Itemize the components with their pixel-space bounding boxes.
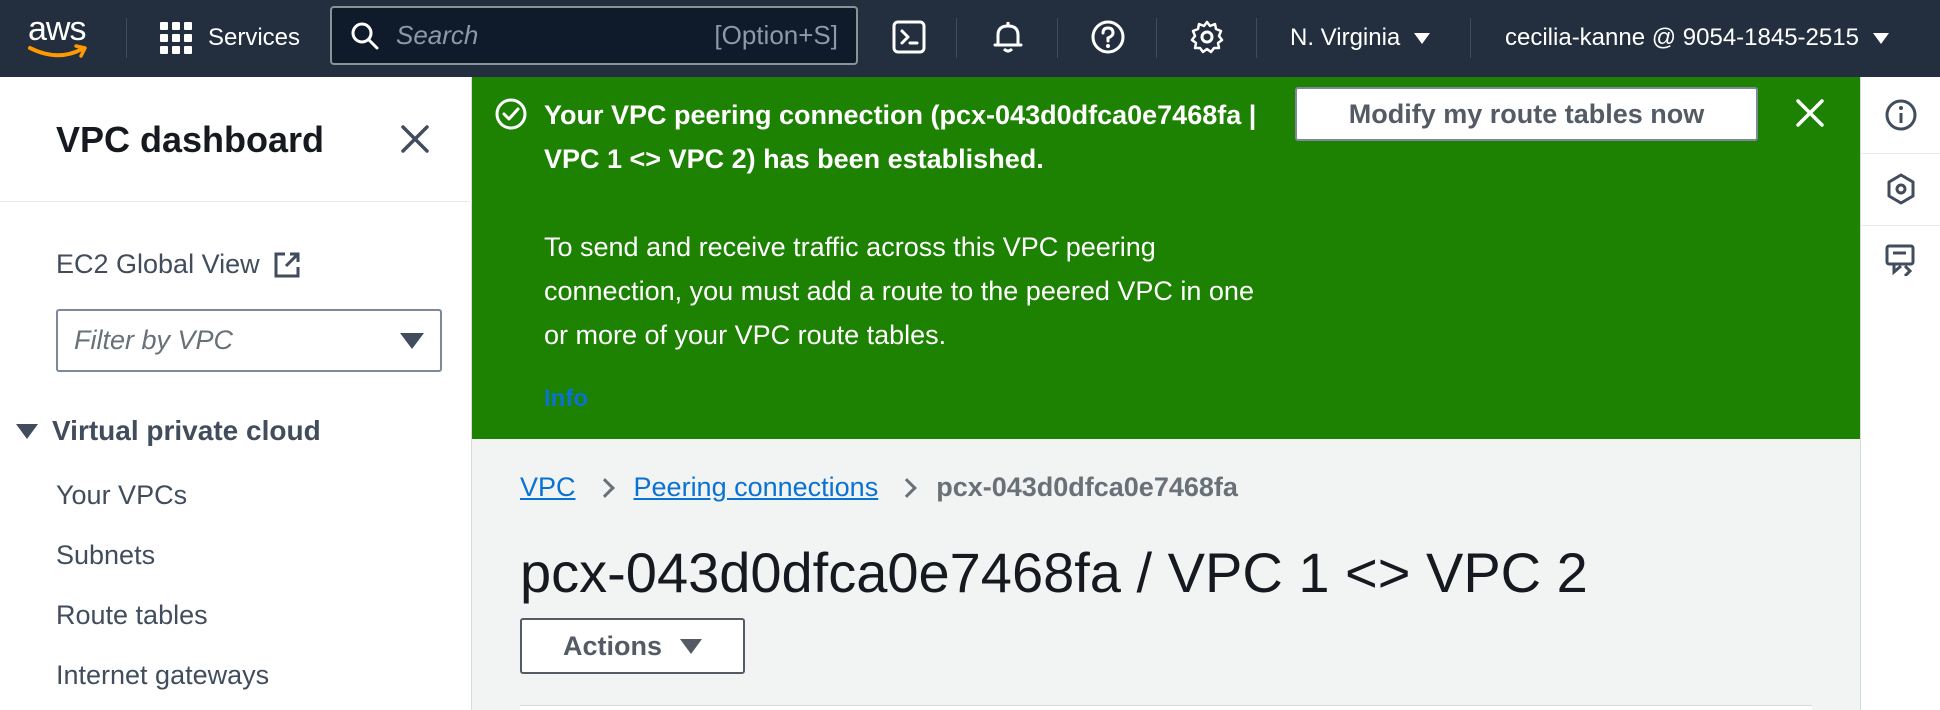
breadcrumb-peering-connections[interactable]: Peering connections [634, 472, 879, 503]
divider [1256, 18, 1257, 58]
sidebar-item-internet-gateways[interactable]: Internet gateways [56, 660, 269, 691]
help-button[interactable] [1085, 14, 1131, 60]
feedback-icon [1885, 244, 1915, 276]
filter-by-vpc-select[interactable]: Filter by VPC [56, 309, 442, 372]
caret-down-icon [1872, 32, 1889, 44]
modify-route-tables-button[interactable]: Modify my route tables now [1295, 87, 1758, 141]
services-label: Services [208, 24, 301, 51]
actions-button[interactable]: Actions [520, 618, 745, 674]
aws-smile-icon [28, 44, 87, 58]
caret-down-icon [16, 423, 38, 439]
actions-label: Actions [562, 630, 662, 661]
ec2-global-view-link[interactable]: EC2 Global View [56, 249, 302, 280]
sidebar-item-your-vpcs[interactable]: Your VPCs [56, 480, 187, 511]
hexagon-icon [1887, 173, 1915, 205]
gear-icon [1190, 20, 1224, 54]
region-selector[interactable]: N. Virginia [1290, 18, 1431, 58]
chevron-right-icon [594, 477, 615, 498]
aws-logo[interactable]: aws [28, 12, 94, 62]
cloudshell-button[interactable] [886, 14, 932, 60]
chevron-right-icon [897, 477, 918, 498]
divider [956, 18, 957, 58]
bell-icon [993, 22, 1023, 53]
notifications-button[interactable] [985, 14, 1031, 60]
search-input[interactable]: Search [Option+S] [330, 6, 858, 65]
details-panel [520, 705, 1812, 710]
caret-down-icon [400, 332, 424, 349]
flash-body: To send and receive traffic across this … [544, 232, 1254, 350]
success-check-icon [495, 98, 527, 130]
grid-icon [160, 22, 192, 54]
right-tools-rail [1860, 77, 1940, 710]
ec2-global-view-label: EC2 Global View [56, 249, 260, 279]
info-link[interactable]: Info [544, 385, 588, 413]
feedback-panel-button[interactable] [1881, 239, 1921, 279]
sidebar-item-subnets[interactable]: Subnets [56, 540, 155, 571]
region-label: N. Virginia [1290, 24, 1401, 51]
close-icon [401, 125, 429, 153]
page-title: pcx-043d0dfca0e7468fa / VPC 1 <> VPC 2 [520, 541, 1588, 604]
flash-heading: Your VPC peering connection (pcx-043d0df… [544, 100, 1257, 174]
section-label: Virtual private cloud [52, 415, 321, 446]
search-icon [351, 22, 379, 49]
breadcrumb: VPC Peering connections pcx-043d0dfca0e7… [520, 472, 1238, 503]
settings-button[interactable] [1184, 14, 1230, 60]
sidebar-close-button[interactable] [395, 119, 435, 159]
search-placeholder: Search [396, 20, 479, 50]
section-virtual-private-cloud[interactable]: Virtual private cloud [16, 415, 321, 447]
divider [1470, 18, 1471, 58]
divider [126, 18, 127, 58]
divider [0, 201, 472, 202]
sidebar: VPC dashboard EC2 Global View Filter by … [0, 77, 472, 710]
breadcrumb-current: pcx-043d0dfca0e7468fa [936, 472, 1238, 502]
divider [1861, 153, 1940, 154]
filter-placeholder: Filter by VPC [74, 325, 234, 355]
info-panel-button[interactable] [1881, 95, 1921, 135]
external-link-icon [274, 252, 300, 277]
top-navigation: aws Services Search [Option+S] N. Virgin… [0, 0, 1940, 77]
account-label: cecilia-kanne @ 9054-1845-2515 [1505, 24, 1859, 51]
caret-down-icon [1414, 32, 1431, 44]
sidebar-title[interactable]: VPC dashboard [56, 119, 324, 161]
flash-dismiss-button[interactable] [1792, 95, 1828, 131]
account-menu[interactable]: cecilia-kanne @ 9054-1845-2515 [1505, 18, 1889, 58]
divider [1057, 18, 1058, 58]
search-shortcut: [Option+S] [714, 20, 838, 50]
divider [1156, 18, 1157, 58]
breadcrumb-vpc[interactable]: VPC [520, 472, 576, 503]
info-icon [1885, 99, 1917, 131]
sidebar-item-route-tables[interactable]: Route tables [56, 600, 208, 631]
close-icon [1796, 99, 1824, 127]
success-flashbar: Your VPC peering connection (pcx-043d0df… [472, 77, 1860, 439]
caret-down-icon [680, 638, 702, 654]
help-icon [1091, 20, 1125, 54]
aws-logo-text: aws [28, 10, 86, 48]
resource-panel-button[interactable] [1881, 169, 1921, 209]
cloudshell-icon [892, 20, 926, 54]
divider [1861, 225, 1940, 226]
services-menu[interactable]: Services [160, 18, 300, 58]
